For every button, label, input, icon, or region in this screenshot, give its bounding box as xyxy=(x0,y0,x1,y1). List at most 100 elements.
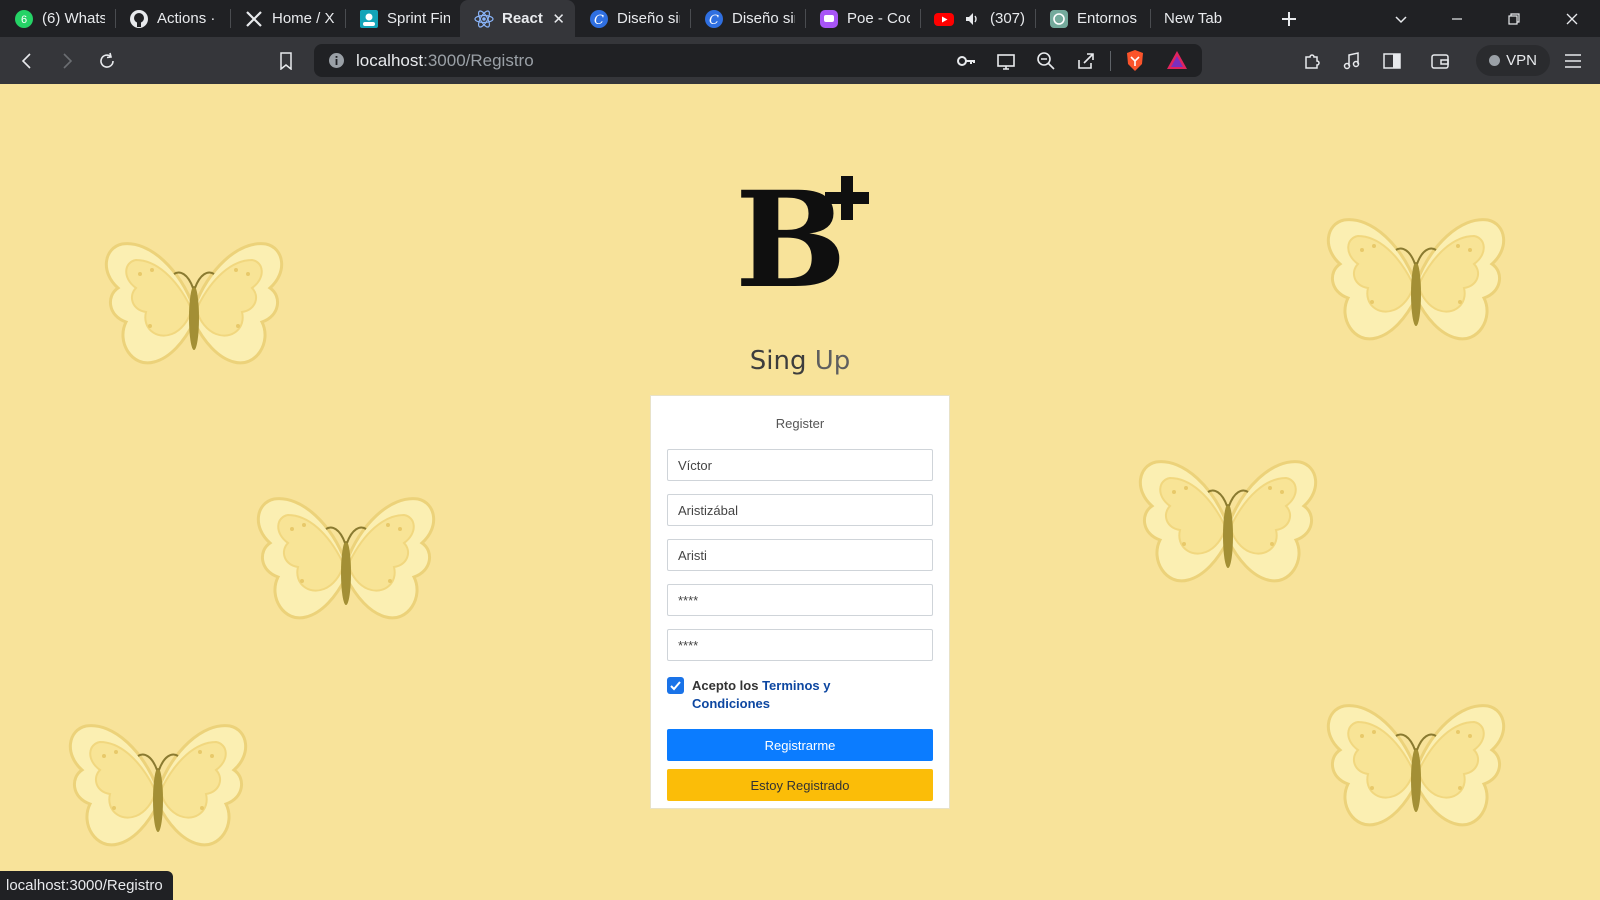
browser-tab-entornos[interactable]: Entornos xyxy=(1035,0,1150,37)
browser-toolbar: localhost:3000/Registro VPN xyxy=(0,37,1600,84)
reload-icon xyxy=(100,52,114,68)
wallet-button[interactable] xyxy=(1428,49,1452,73)
page-content: B Sing Up Register Acepto los Terminos y… xyxy=(0,84,1600,900)
url-text[interactable]: localhost:3000/Registro xyxy=(356,44,534,77)
browser-tab-whatsapp[interactable]: 6 (6) Whats/ xyxy=(0,0,115,37)
already-registered-button[interactable]: Estoy Registrado xyxy=(667,769,933,801)
chevron-down-icon xyxy=(1395,15,1407,23)
page-title: Sing Up xyxy=(0,346,1600,376)
browser-tab-github[interactable]: Actions · c xyxy=(115,0,230,37)
browser-tab-x[interactable]: Home / X xyxy=(230,0,345,37)
browser-tab-react[interactable]: React ✕ xyxy=(460,0,575,37)
tab-label: Entornos xyxy=(1077,10,1138,27)
youtube-icon xyxy=(934,9,954,29)
profile-icon xyxy=(359,9,379,29)
tab-label: Sprint Fina xyxy=(387,10,450,27)
forward-arrow-icon xyxy=(63,53,73,69)
tab-label: Actions · c xyxy=(157,10,220,27)
site-info-icon[interactable] xyxy=(328,52,345,74)
checkmark-icon xyxy=(670,681,681,691)
extensions-button[interactable] xyxy=(1300,49,1324,73)
bookmark-button[interactable] xyxy=(274,49,298,73)
tab-search-button[interactable] xyxy=(1388,0,1414,37)
svg-text:C: C xyxy=(594,13,604,28)
butterfly-decoration xyxy=(68,724,248,847)
cast-icon[interactable] xyxy=(996,51,1016,76)
first-name-input[interactable] xyxy=(667,449,933,481)
key-icon[interactable] xyxy=(956,51,976,76)
tab-label: Poe - Cod xyxy=(847,10,910,27)
close-icon xyxy=(1566,13,1577,24)
music-note-icon xyxy=(1343,52,1360,70)
close-tab-icon[interactable]: ✕ xyxy=(552,10,565,28)
username-input[interactable] xyxy=(667,539,933,571)
canva-icon: C xyxy=(704,9,724,29)
register-card-title: Register xyxy=(775,416,825,431)
minimize-button[interactable] xyxy=(1428,0,1485,37)
logo-plus xyxy=(825,192,869,204)
canva-icon: C xyxy=(589,9,609,29)
vpn-status-icon xyxy=(1489,55,1501,66)
vpn-label: VPN xyxy=(1506,52,1537,69)
browser-tab-canva-1[interactable]: C Diseño sin xyxy=(575,0,690,37)
title-first-word: Sing xyxy=(749,346,807,376)
terms-label: Acepto los Terminos y Condiciones xyxy=(692,677,842,713)
status-bar-url: localhost:3000/Registro xyxy=(0,871,173,900)
minimize-icon xyxy=(1451,17,1462,20)
brave-rewards-icon[interactable] xyxy=(1166,50,1188,75)
zoom-out-icon[interactable] xyxy=(1036,51,1056,76)
restore-icon xyxy=(1507,12,1520,25)
audio-playing-icon[interactable] xyxy=(962,9,982,29)
butterfly-decoration xyxy=(1138,460,1318,583)
terms-checkbox[interactable] xyxy=(667,677,684,694)
forward-button[interactable] xyxy=(55,49,79,73)
restore-button[interactable] xyxy=(1485,0,1542,37)
url-path: :3000/Registro xyxy=(423,51,534,70)
tab-label: React xyxy=(502,10,543,27)
back-button[interactable] xyxy=(15,49,39,73)
bookmark-icon xyxy=(280,52,292,70)
share-icon[interactable] xyxy=(1076,51,1096,76)
sidebar-button[interactable] xyxy=(1380,49,1404,73)
sidebar-icon xyxy=(1383,53,1401,69)
svg-text:6: 6 xyxy=(21,14,27,26)
butterfly-decoration xyxy=(1326,704,1506,827)
b-plus-logo: B xyxy=(735,175,875,307)
password-input[interactable] xyxy=(667,584,933,616)
register-card: Register Acepto los Terminos y Condicion… xyxy=(650,395,950,809)
confirm-password-input[interactable] xyxy=(667,629,933,661)
butterfly-decoration xyxy=(1326,218,1506,341)
last-name-input[interactable] xyxy=(667,494,933,526)
toolbar-divider xyxy=(1110,51,1111,71)
reload-button[interactable] xyxy=(95,49,119,73)
browser-tab-sprint[interactable]: Sprint Fina xyxy=(345,0,460,37)
plus-icon xyxy=(1282,11,1296,26)
react-icon xyxy=(474,9,494,29)
address-bar[interactable]: localhost:3000/Registro xyxy=(314,44,1202,77)
puzzle-icon xyxy=(1305,54,1320,69)
chatgpt-icon xyxy=(1049,9,1069,29)
register-button[interactable]: Registrarme xyxy=(667,729,933,761)
vpn-button[interactable]: VPN xyxy=(1476,45,1550,76)
svg-text:C: C xyxy=(709,13,719,28)
wallet-icon xyxy=(1431,54,1449,69)
terms-prefix: Acepto los xyxy=(692,678,763,693)
new-tab-button[interactable] xyxy=(1265,0,1313,37)
browser-tab-youtube[interactable]: (307) \ xyxy=(920,0,1035,37)
brave-shields-icon[interactable] xyxy=(1124,49,1146,78)
url-host: localhost xyxy=(356,51,424,70)
browser-tab-canva-2[interactable]: C Diseño sin xyxy=(690,0,805,37)
menu-button[interactable] xyxy=(1561,49,1585,73)
title-second-word: Up xyxy=(814,346,851,376)
whatsapp-icon: 6 xyxy=(14,9,34,29)
tab-label: Diseño sin xyxy=(732,10,795,27)
hamburger-menu-icon xyxy=(1565,54,1581,68)
browser-tab-newtab[interactable]: New Tab xyxy=(1150,0,1265,37)
x-icon xyxy=(244,9,264,29)
browser-tab-poe[interactable]: Poe - Cod xyxy=(805,0,920,37)
media-button[interactable] xyxy=(1340,49,1364,73)
butterfly-decoration xyxy=(256,497,436,620)
tab-label: Home / X xyxy=(272,10,335,27)
tab-label: Diseño sin xyxy=(617,10,680,27)
close-window-button[interactable] xyxy=(1543,0,1600,37)
